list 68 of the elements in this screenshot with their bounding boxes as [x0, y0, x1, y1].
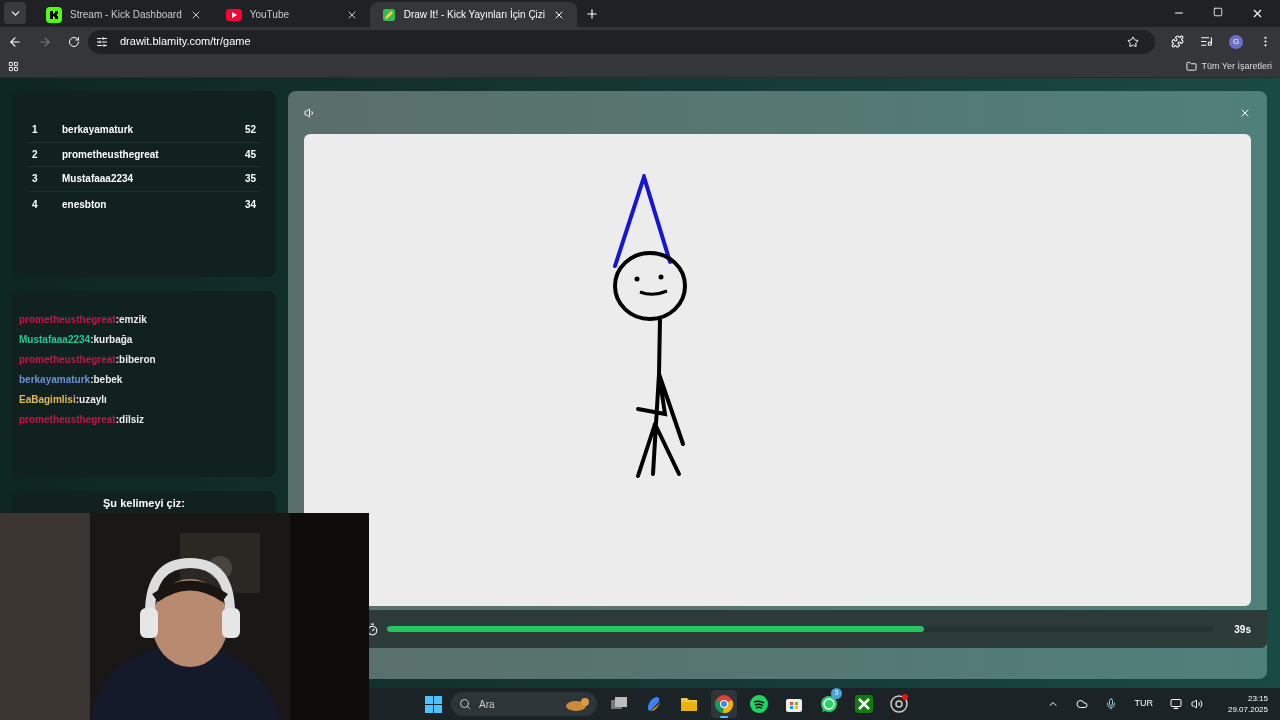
- chat-username: prometheusthegreat: [19, 353, 116, 367]
- start-icon[interactable]: [425, 695, 442, 713]
- search-placeholder: Ara: [479, 697, 496, 712]
- search-field[interactable]: Ara: [451, 692, 597, 716]
- browser-tab[interactable]: Stream - Kick Dashboard: [34, 2, 214, 27]
- chat-message: :bebek: [90, 373, 123, 387]
- search-icon: [459, 698, 471, 710]
- new-tab-icon[interactable]: [585, 7, 600, 21]
- cloud-icon[interactable]: [1076, 698, 1089, 710]
- chat-username: prometheusthegreat: [19, 313, 116, 327]
- reload-icon[interactable]: [68, 35, 80, 48]
- chat-message: :uzaylı: [75, 393, 107, 407]
- chat-username: EaBagimlisi: [19, 393, 76, 407]
- browser-tab[interactable]: YouTube: [213, 2, 370, 27]
- address-field[interactable]: drawit.blamity.com/tr/game: [88, 29, 1155, 54]
- close-icon[interactable]: [1239, 107, 1251, 119]
- forward-icon[interactable]: [38, 34, 52, 49]
- player-name: enesbton: [62, 197, 108, 212]
- profile-avatar[interactable]: G: [1229, 34, 1243, 49]
- chat-username: prometheusthegreat: [19, 413, 116, 427]
- tab-search-button[interactable]: [4, 2, 26, 24]
- network-icon[interactable]: [1169, 698, 1182, 710]
- pencil-logo-icon: [381, 7, 396, 22]
- timer-reading: 39s: [1233, 622, 1251, 637]
- score-text: 52: [244, 123, 256, 138]
- tab-title: YouTube: [249, 8, 290, 22]
- chat-username: berkayamaturk: [19, 373, 91, 387]
- site-settings-icon[interactable]: [96, 35, 108, 48]
- drawing-canvas[interactable]: [304, 134, 1251, 606]
- chat-message: :kurbağa: [90, 333, 133, 347]
- language-indicator[interactable]: TUR: [1134, 697, 1153, 711]
- cat-icon: [563, 696, 589, 712]
- play-logo-icon: [225, 8, 242, 21]
- bookmarks-label[interactable]: Tüm Yer İşaretleri: [1201, 59, 1272, 74]
- rank-text: 2: [32, 147, 39, 162]
- clock-time[interactable]: 23:15: [1247, 693, 1268, 704]
- chat-message: :dilsiz: [115, 413, 145, 427]
- chat-username: Mustafaaa2234: [19, 333, 91, 347]
- chat-message: :biberon: [115, 353, 156, 367]
- kick-logo-icon: [46, 6, 62, 23]
- extensions-icon[interactable]: [1171, 35, 1184, 48]
- close-window-icon[interactable]: [1251, 7, 1264, 20]
- clock-date[interactable]: 29.07.2025: [1227, 704, 1268, 715]
- tab-title: Draw It! - Kick Yayınları İçin Çizi: [403, 7, 546, 22]
- folder-icon[interactable]: [1186, 61, 1198, 72]
- media-control-icon[interactable]: [1200, 35, 1213, 48]
- url-text: drawit.blamity.com/tr/game: [120, 34, 251, 50]
- score-text: 45: [244, 147, 256, 162]
- player-name: Mustafaaa2234: [62, 172, 135, 187]
- player-name: prometheusthegreat: [62, 147, 160, 162]
- rank-text: 1: [32, 123, 39, 138]
- tab-title: Stream - Kick Dashboard: [70, 8, 182, 22]
- timer-icon: [366, 622, 379, 636]
- back-icon[interactable]: [8, 34, 22, 49]
- browser-tab[interactable]: Draw It! - Kick Yayınları İçin Çizi: [369, 2, 578, 27]
- sound-icon[interactable]: [304, 107, 316, 119]
- rank-text: 4: [32, 197, 39, 212]
- score-text: 35: [244, 172, 256, 187]
- word-prompt: Şu kelimeyi çiz:: [103, 496, 185, 511]
- microphone-icon[interactable]: [1105, 698, 1118, 710]
- player-name: berkayamaturk: [62, 123, 135, 138]
- maximize-icon[interactable]: [1213, 7, 1223, 17]
- score-text: 34: [244, 197, 256, 212]
- volume-icon[interactable]: [1190, 698, 1203, 710]
- chat-message: :emzik: [115, 313, 147, 327]
- apps-grid-icon[interactable]: [8, 61, 19, 72]
- rank-text: 3: [32, 172, 39, 187]
- bookmark-star-icon[interactable]: [1127, 35, 1139, 48]
